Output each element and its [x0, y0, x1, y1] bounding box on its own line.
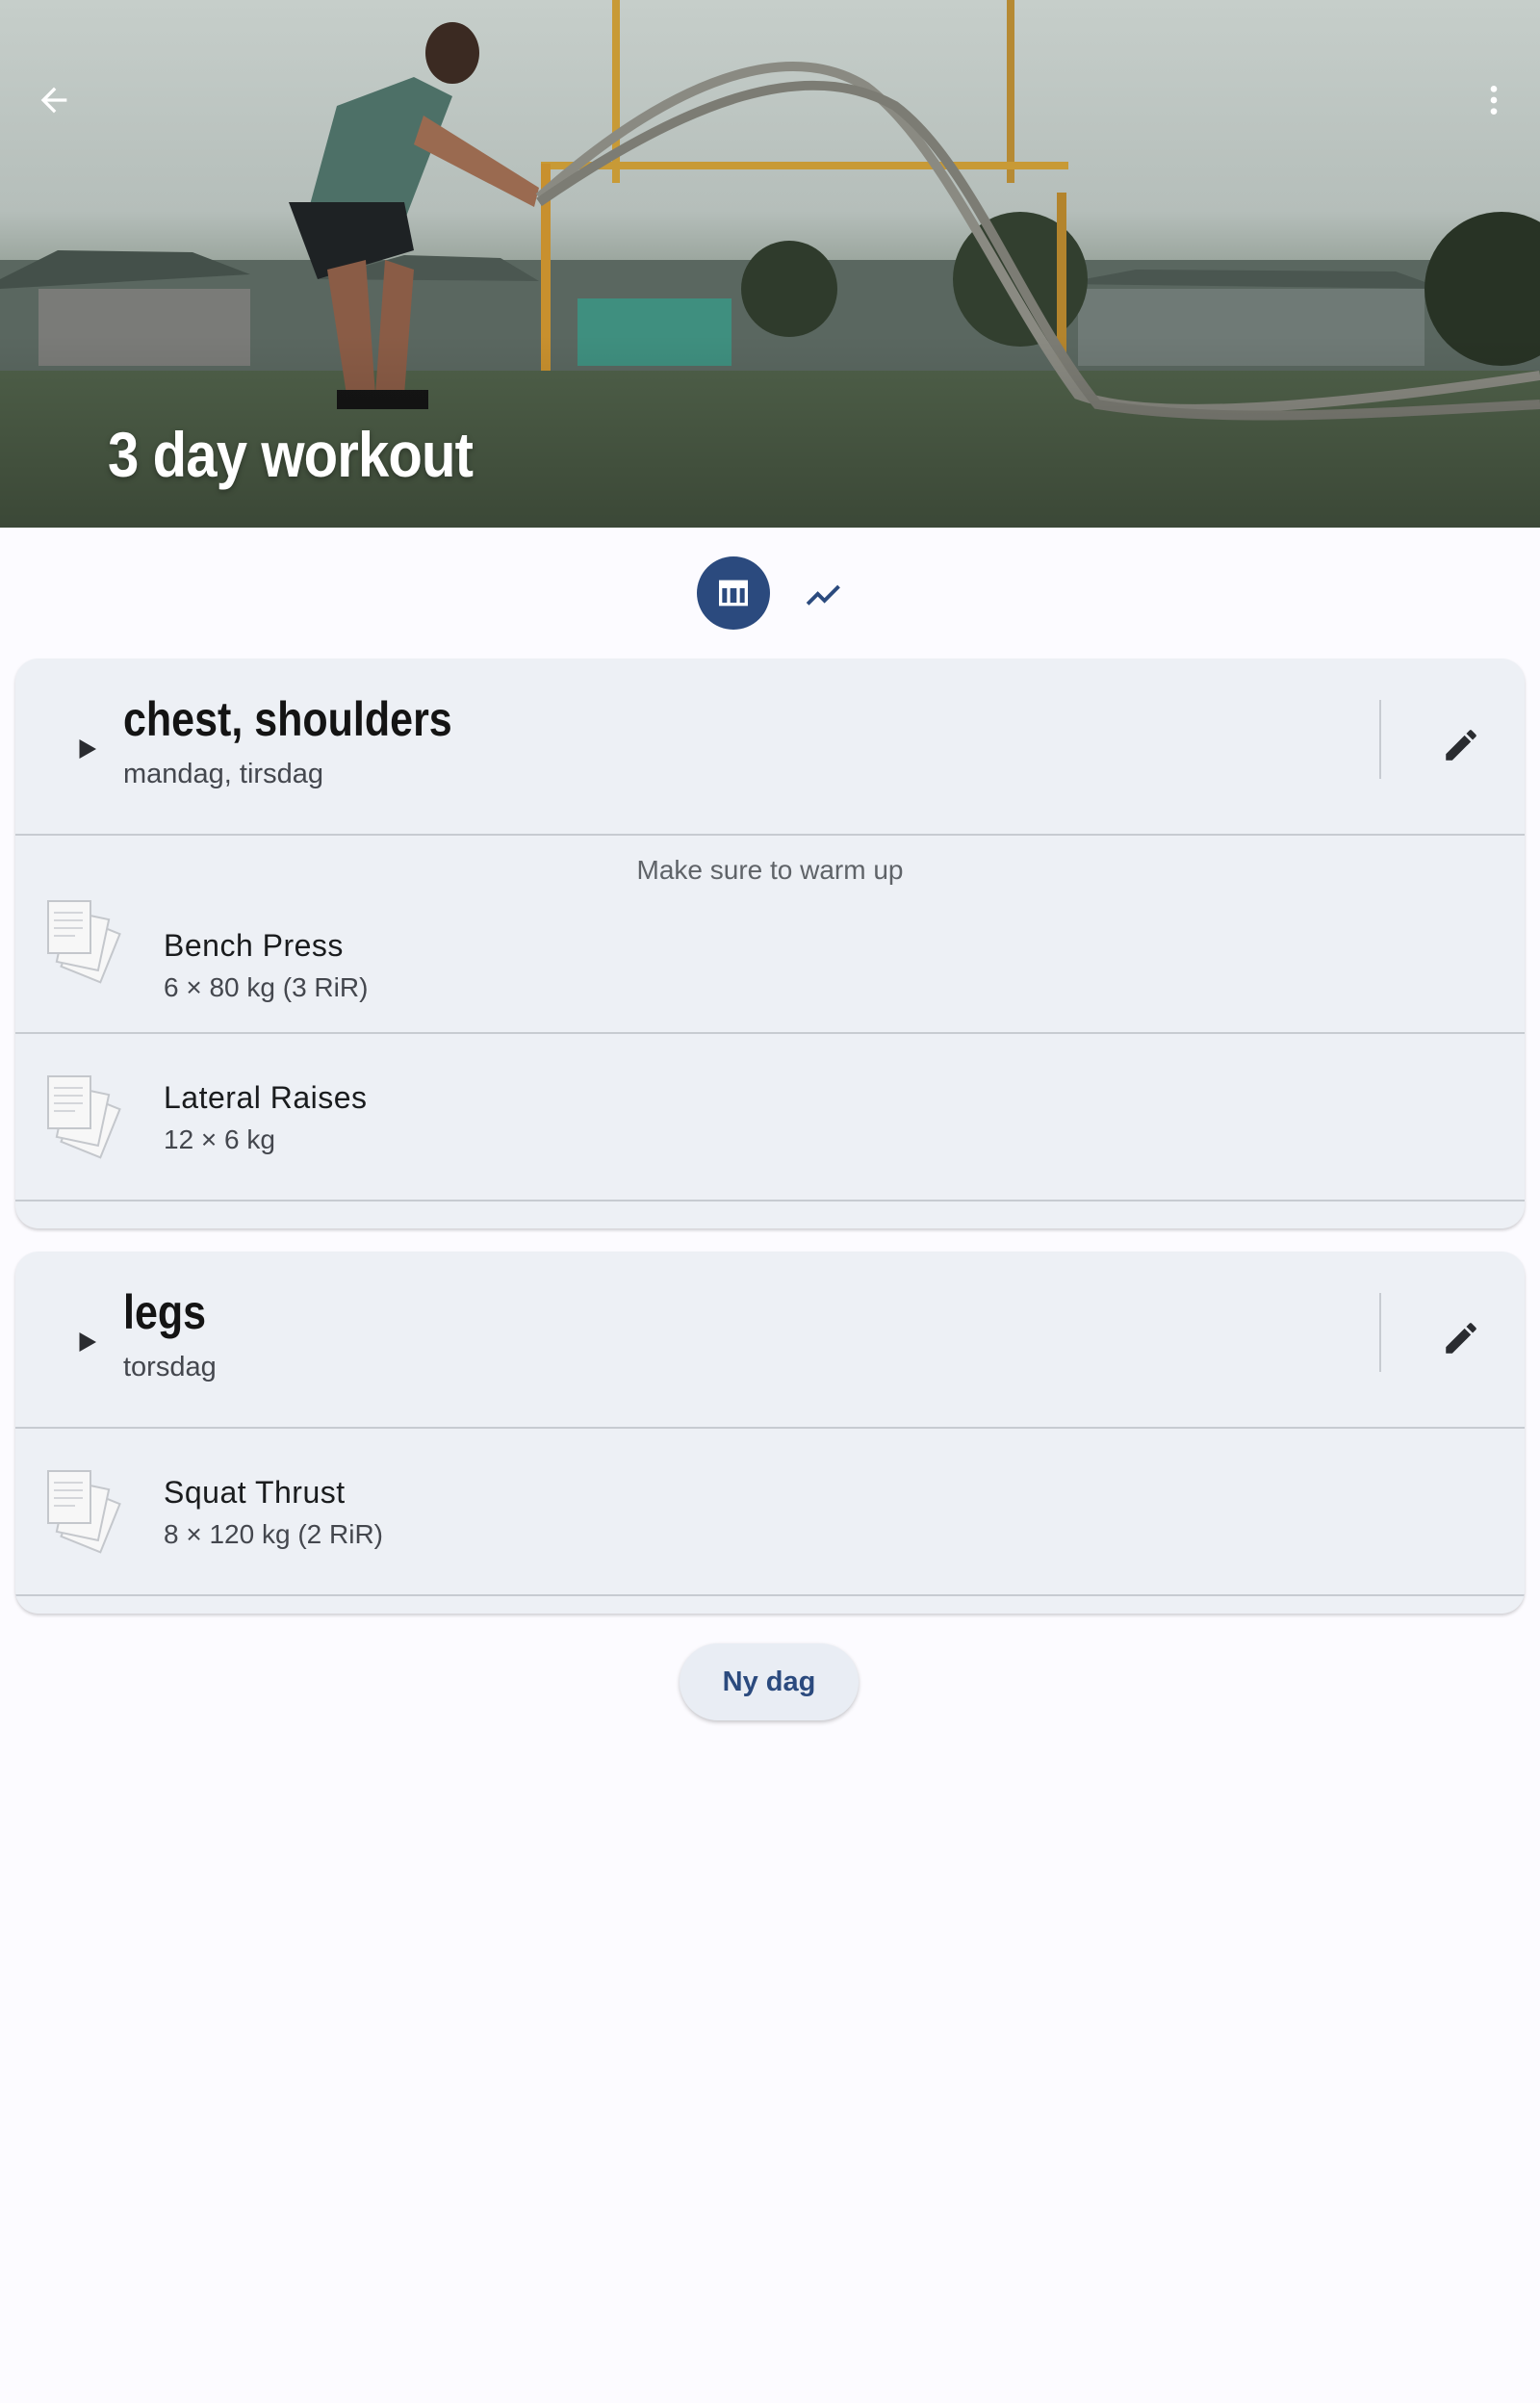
exercise-name: Lateral Raises [164, 1080, 368, 1115]
table-icon [719, 580, 748, 607]
page-title: 3 day workout [108, 419, 474, 490]
new-day-button[interactable]: Ny dag [680, 1643, 859, 1720]
trending-up-icon [806, 584, 840, 606]
day-card-header: chest, shoulders mandag, tirsdag [15, 659, 1525, 836]
start-workout-button[interactable] [54, 716, 119, 782]
exercise-row[interactable]: Bench Press 6 × 80 kg (3 RiR) [15, 890, 1525, 1034]
day-card: legs torsdag Squat Thrust 8 × 120 kg (2 … [15, 1252, 1525, 1614]
exercise-placeholder-icon [47, 1470, 121, 1554]
arrow-back-icon [40, 87, 67, 114]
play-icon [79, 739, 96, 759]
exercise-placeholder-icon [47, 1075, 121, 1159]
exercise-name: Bench Press [164, 928, 344, 963]
hero-banner: 3 day workout [0, 0, 1540, 528]
table-view-button[interactable] [697, 556, 770, 630]
day-card: chest, shoulders mandag, tirsdag Make su… [15, 659, 1525, 1228]
exercise-row[interactable]: Squat Thrust 8 × 120 kg (2 RiR) [15, 1429, 1525, 1596]
edit-day-button[interactable] [1423, 1300, 1500, 1377]
exercise-name: Squat Thrust [164, 1475, 346, 1510]
view-toggle [697, 556, 859, 630]
edit-day-button[interactable] [1423, 707, 1500, 784]
exercise-detail: 6 × 80 kg (3 RiR) [164, 972, 369, 1002]
start-workout-button[interactable] [54, 1309, 119, 1375]
edit-pencil-icon [1446, 1323, 1476, 1354]
day-note: Make sure to warm up [636, 855, 904, 885]
exercise-placeholder-icon [47, 900, 121, 984]
day-name: legs [123, 1285, 207, 1339]
day-weekdays: torsdag [123, 1352, 217, 1382]
play-icon [79, 1332, 96, 1352]
edit-pencil-icon [1446, 730, 1476, 761]
divider [1379, 1293, 1381, 1372]
exercise-row[interactable]: Lateral Raises 12 × 6 kg [15, 1034, 1525, 1202]
exercise-detail: 8 × 120 kg (2 RiR) [164, 1519, 383, 1549]
back-button[interactable] [15, 62, 92, 139]
day-name: chest, shoulders [123, 692, 452, 746]
more-options-button[interactable] [1455, 62, 1532, 139]
day-weekdays: mandag, tirsdag [123, 759, 323, 789]
more-vert-icon [1490, 86, 1498, 115]
divider [1379, 700, 1381, 779]
day-card-header: legs torsdag [15, 1252, 1525, 1429]
statistics-view-button[interactable] [785, 556, 859, 630]
exercise-detail: 12 × 6 kg [164, 1124, 275, 1154]
